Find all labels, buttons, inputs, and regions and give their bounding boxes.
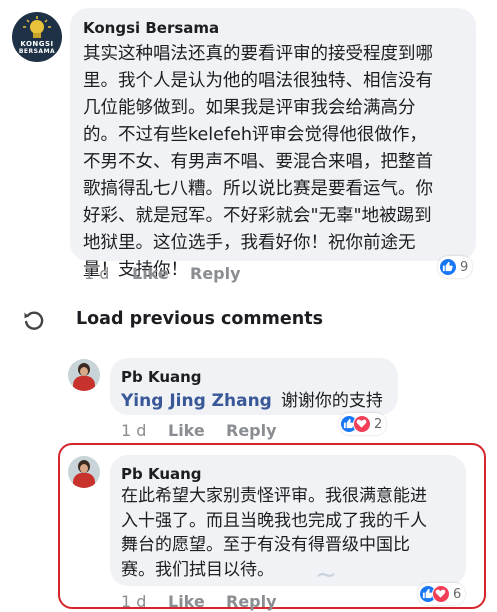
reaction-count[interactable]: 2 xyxy=(339,413,387,435)
watermark: ~ xyxy=(315,560,337,590)
comment-text: 其实这种唱法还真的要看评审的接受程度到哪 里。我个人是认为他的唱法很独特、相信没… xyxy=(83,44,433,280)
like-button[interactable]: Like xyxy=(168,421,205,440)
reply-text: 在此希望大家别责怪评审。我很满意能进 入十强了。而且当晚我也完成了我的千人 舞台… xyxy=(121,486,427,580)
reaction-count[interactable]: 6 xyxy=(418,583,466,605)
avatar-logo-text: KONGSI xyxy=(20,40,54,48)
reply-bubble: Pb Kuang Ying Jing Zhang 谢谢你的支持 xyxy=(110,358,398,415)
like-button[interactable]: Like xyxy=(132,264,169,283)
avatar[interactable] xyxy=(68,359,100,391)
avatar[interactable] xyxy=(68,456,100,488)
comment-meta: 1 d xyxy=(84,264,109,283)
comment-author[interactable]: Kongsi Bersama xyxy=(83,19,219,37)
refresh-icon[interactable] xyxy=(22,309,46,333)
like-button[interactable]: Like xyxy=(168,592,205,611)
reply-button[interactable]: Reply xyxy=(226,421,277,440)
love-reaction-icon xyxy=(353,415,371,433)
timestamp[interactable]: 1 d xyxy=(121,592,146,611)
timestamp[interactable]: 1 d xyxy=(84,264,109,283)
reply-bubble: Pb Kuang 在此希望大家别责怪评审。我很满意能进 入十强了。而且当晚我也完… xyxy=(110,455,466,586)
like-reaction-icon xyxy=(439,258,457,276)
load-previous-comments-link[interactable]: Load previous comments xyxy=(76,309,323,329)
reaction-count[interactable]: 9 xyxy=(438,256,473,278)
avatar-logo-text: BERSAMA xyxy=(18,48,56,55)
reply-author[interactable]: Pb Kuang xyxy=(121,368,202,386)
reply-text: Ying Jing Zhang 谢谢你的支持 xyxy=(121,391,383,411)
reply-button[interactable]: Reply xyxy=(190,264,241,283)
comment-bubble: Kongsi Bersama 其实这种唱法还真的要看评审的接受程度到哪 里。我个… xyxy=(70,8,476,280)
timestamp[interactable]: 1 d xyxy=(121,421,146,440)
reply-author[interactable]: Pb Kuang xyxy=(121,465,202,483)
reply-button[interactable]: Reply xyxy=(226,592,277,611)
avatar[interactable]: KONGSI BERSAMA xyxy=(12,12,62,62)
mention-link[interactable]: Ying Jing Zhang xyxy=(121,391,272,411)
love-reaction-icon xyxy=(432,585,450,603)
